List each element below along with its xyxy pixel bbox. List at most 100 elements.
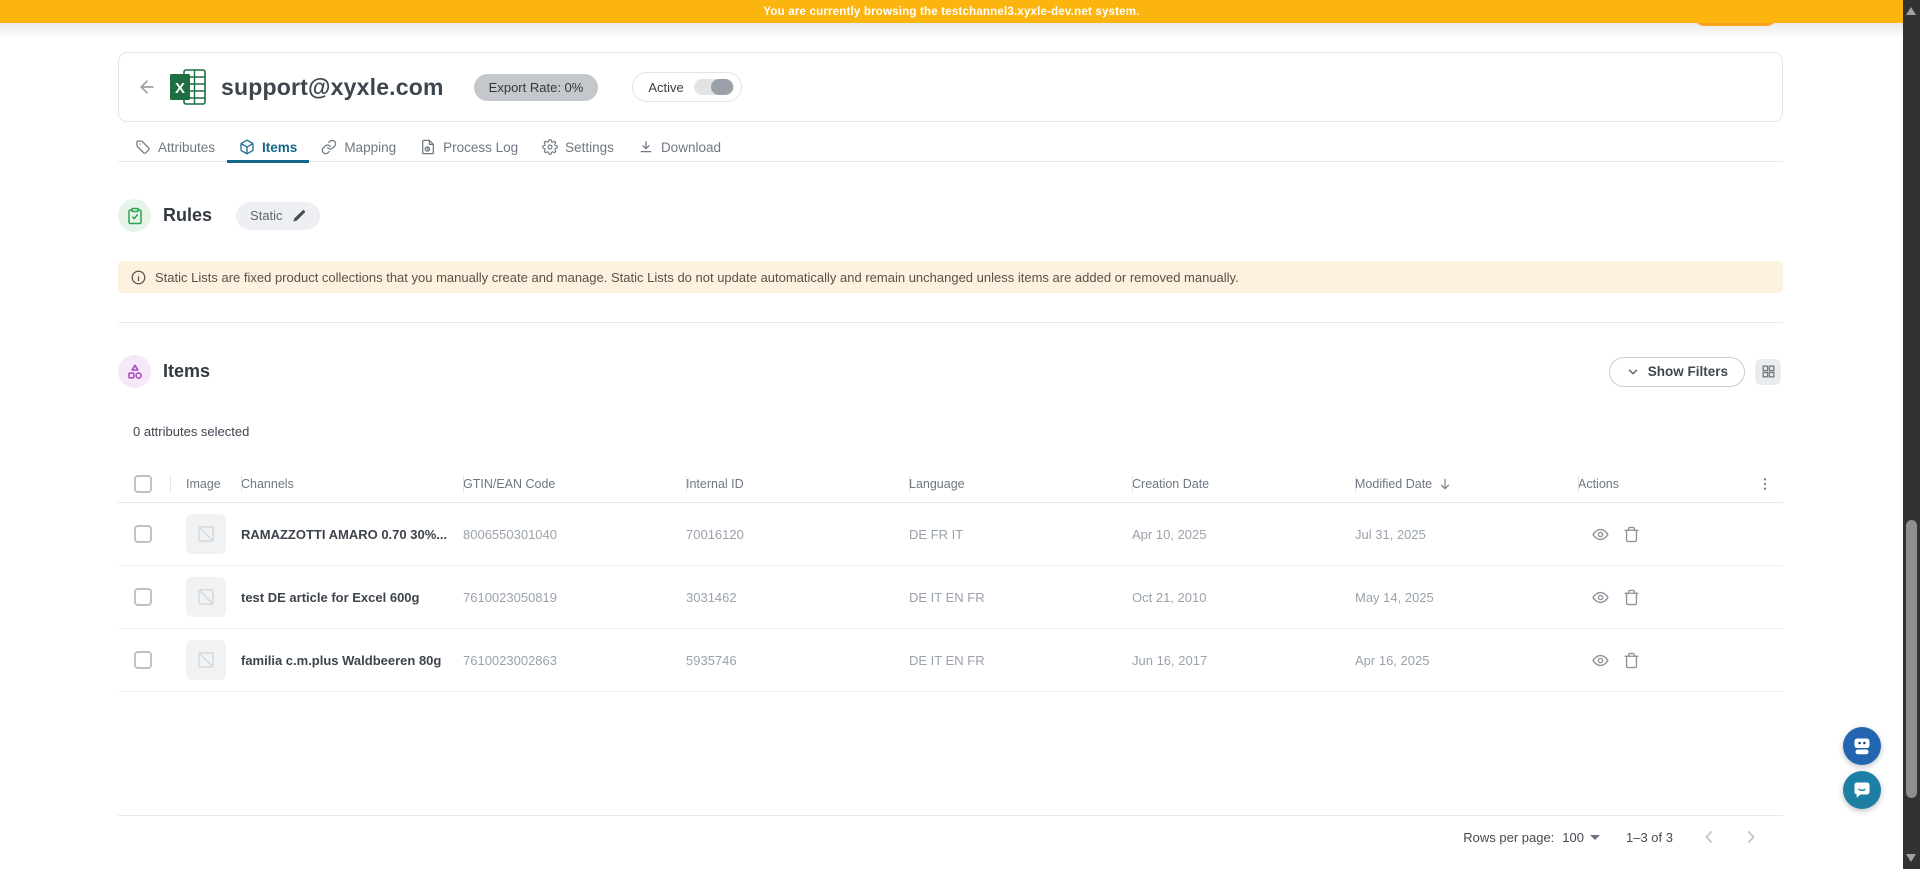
file-clock-icon (420, 139, 436, 155)
item-gtin: 7610023050819 (463, 566, 686, 628)
column-header-internal-id[interactable]: Internal ID (686, 466, 909, 502)
active-toggle[interactable] (694, 79, 734, 95)
column-header-creation-date[interactable]: Creation Date (1132, 466, 1355, 502)
chevron-down-icon (1626, 365, 1640, 379)
tab-bar: Attributes Items Mapping Process Log Set… (118, 132, 1783, 162)
robot-icon (1850, 734, 1874, 758)
download-icon (638, 139, 654, 155)
info-banner-text: Static Lists are fixed product collectio… (155, 270, 1239, 285)
items-icon-badge (118, 355, 151, 388)
view-icon[interactable] (1592, 526, 1609, 543)
previous-page-icon[interactable] (1699, 827, 1719, 847)
column-header-gtin[interactable]: GTIN/EAN Code (463, 466, 686, 502)
static-list-info-banner: Static Lists are fixed product collectio… (118, 261, 1783, 293)
pagination-divider (118, 815, 1783, 816)
page-title: support@xyxle.com (221, 74, 444, 101)
scroll-up-icon[interactable] (1906, 7, 1916, 15)
column-header-language[interactable]: Language (909, 466, 1132, 502)
show-filters-button[interactable]: Show Filters (1609, 357, 1745, 387)
row-checkbox[interactable] (134, 588, 152, 606)
system-banner: You are currently browsing the testchann… (0, 0, 1903, 23)
rows-per-page-label: Rows per page: (1463, 830, 1554, 845)
back-button[interactable] (136, 76, 158, 98)
tab-settings[interactable]: Settings (530, 132, 626, 162)
grid-view-button[interactable] (1755, 359, 1781, 385)
select-all-checkbox[interactable] (134, 475, 152, 493)
table-row[interactable]: familia c.m.plus Waldbeeren 80g 76100230… (118, 629, 1783, 692)
scrollbar-thumb[interactable] (1906, 520, 1917, 798)
tab-label: Mapping (344, 140, 396, 155)
item-name[interactable]: RAMAZZOTTI AMARO 0.70 30%... (241, 503, 463, 565)
item-name[interactable]: familia c.m.plus Waldbeeren 80g (241, 629, 463, 691)
delete-icon[interactable] (1623, 589, 1640, 606)
caret-down-icon (1590, 835, 1600, 840)
rows-per-page: Rows per page: 100 (1463, 830, 1600, 845)
tab-label: Attributes (158, 140, 215, 155)
page: You are currently browsing the testchann… (0, 0, 1920, 869)
next-page-icon[interactable] (1741, 827, 1761, 847)
view-icon[interactable] (1592, 652, 1609, 669)
items-table: Image Channels GTIN/EAN Code Internal ID… (118, 466, 1783, 692)
tag-icon (135, 139, 151, 155)
item-creation-date: Oct 21, 2010 (1132, 566, 1355, 628)
rows-per-page-select[interactable]: 100 (1562, 830, 1600, 845)
page-scrollbar[interactable] (1903, 0, 1920, 869)
item-modified-date: Jul 31, 2025 (1355, 503, 1578, 565)
item-internal-id: 3031462 (686, 566, 909, 628)
column-header-channels[interactable]: Channels (241, 466, 463, 502)
export-rate-badge: Export Rate: 0% (474, 74, 599, 101)
system-banner-text: You are currently browsing the testchann… (763, 6, 1139, 18)
tab-process-log[interactable]: Process Log (408, 132, 530, 162)
rules-mode-chip[interactable]: Static (236, 202, 320, 230)
row-checkbox[interactable] (134, 651, 152, 669)
view-icon[interactable] (1592, 589, 1609, 606)
item-gtin: 7610023002863 (463, 629, 686, 691)
modified-date-label: Modified Date (1355, 477, 1432, 491)
item-internal-id: 5935746 (686, 629, 909, 691)
tab-attributes[interactable]: Attributes (123, 132, 227, 162)
item-name[interactable]: test DE article for Excel 600g (241, 566, 463, 628)
image-off-icon (196, 587, 216, 607)
tab-items[interactable]: Items (227, 132, 309, 162)
gear-icon (542, 139, 558, 155)
svg-text:X: X (175, 80, 185, 97)
rules-title: Rules (163, 205, 212, 226)
attributes-selected-status: 0 attributes selected (133, 424, 249, 439)
table-row[interactable]: RAMAZZOTTI AMARO 0.70 30%... 80065503010… (118, 503, 1783, 566)
row-checkbox[interactable] (134, 525, 152, 543)
tab-mapping[interactable]: Mapping (309, 132, 408, 162)
column-header-actions: Actions (1578, 466, 1783, 502)
grid-icon (1761, 364, 1776, 379)
chat-support-button[interactable] (1843, 771, 1881, 809)
tab-download[interactable]: Download (626, 132, 733, 162)
table-header-row: Image Channels GTIN/EAN Code Internal ID… (118, 466, 1783, 503)
tab-label: Process Log (443, 140, 518, 155)
scroll-down-icon[interactable] (1906, 854, 1916, 862)
cube-icon (239, 139, 255, 155)
actions-label: Actions (1578, 477, 1619, 491)
sort-desc-icon[interactable] (1438, 477, 1452, 491)
show-filters-label: Show Filters (1648, 364, 1728, 379)
item-languages: DE IT EN FR (909, 629, 1132, 691)
rules-icon-badge (118, 199, 151, 232)
item-internal-id: 70016120 (686, 503, 909, 565)
rules-mode-label: Static (250, 208, 283, 223)
pagination-nav (1699, 827, 1761, 847)
excel-icon: X (168, 67, 208, 107)
column-header-modified-date[interactable]: Modified Date (1355, 466, 1578, 502)
column-header-image[interactable]: Image (170, 466, 241, 502)
item-creation-date: Jun 16, 2017 (1132, 629, 1355, 691)
link-icon (321, 139, 337, 155)
delete-icon[interactable] (1623, 526, 1640, 543)
pagination-range: 1–3 of 3 (1626, 830, 1673, 845)
table-row[interactable]: test DE article for Excel 600g 761002305… (118, 566, 1783, 629)
assistant-bot-button[interactable] (1843, 727, 1881, 765)
item-thumbnail (186, 577, 226, 617)
arrow-left-icon (137, 77, 157, 97)
item-thumbnail (186, 514, 226, 554)
pagination-bar: Rows per page: 100 1–3 of 3 (118, 820, 1783, 854)
chat-bubble-icon (1850, 778, 1874, 802)
row-actions (1578, 589, 1640, 606)
column-menu-icon[interactable] (1757, 476, 1773, 492)
delete-icon[interactable] (1623, 652, 1640, 669)
